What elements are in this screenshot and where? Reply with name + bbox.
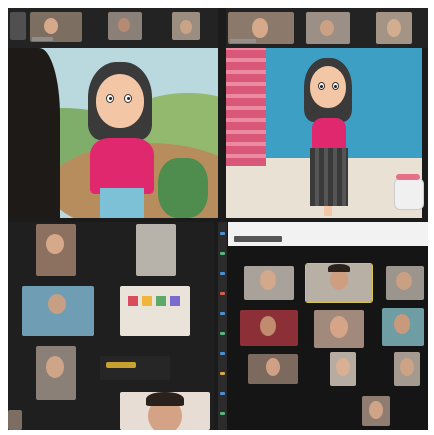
shared-screen-pool xyxy=(226,8,428,218)
video-gallery-left xyxy=(8,222,214,430)
participant-video[interactable] xyxy=(8,410,22,430)
window-topbar xyxy=(228,222,428,246)
participant-video-active[interactable] xyxy=(305,263,373,303)
silhouette xyxy=(8,48,60,218)
sidebar-icon[interactable] xyxy=(220,392,225,395)
towel xyxy=(226,48,266,166)
sidebar-icon[interactable] xyxy=(220,312,225,315)
sidebar-icon[interactable] xyxy=(220,292,225,295)
participant-thumbnail[interactable] xyxy=(108,12,142,40)
participant-video[interactable] xyxy=(314,310,364,348)
participant-video[interactable] xyxy=(136,224,176,276)
participant-thumbnail[interactable] xyxy=(376,12,412,44)
meeting-label xyxy=(234,236,282,242)
bush xyxy=(158,158,208,218)
participant-video[interactable] xyxy=(120,392,210,430)
participant-video[interactable] xyxy=(120,286,190,336)
sidebar-icon[interactable] xyxy=(220,352,225,355)
participant-video[interactable] xyxy=(36,224,76,276)
video-gallery-right xyxy=(218,222,428,430)
participant-video[interactable] xyxy=(330,352,356,386)
shared-screen-village xyxy=(8,8,218,218)
cartoon-scene xyxy=(226,48,424,218)
sidebar-icon[interactable] xyxy=(220,272,225,275)
participant-video[interactable] xyxy=(382,308,424,346)
participant-video[interactable] xyxy=(22,286,94,336)
sidebar-icon[interactable] xyxy=(220,332,225,335)
participant-thumbnail[interactable] xyxy=(172,12,200,40)
participant-video[interactable] xyxy=(386,266,424,300)
participant-video[interactable] xyxy=(362,396,390,426)
participant-thumbnail[interactable] xyxy=(30,12,82,42)
participant-video[interactable] xyxy=(36,346,76,400)
app-sidebar xyxy=(218,222,227,430)
sidebar-icon[interactable] xyxy=(220,232,225,235)
collage-frame xyxy=(8,8,428,430)
participant-video[interactable] xyxy=(394,352,420,386)
participant-video[interactable] xyxy=(244,266,294,300)
participant-thumbnail[interactable] xyxy=(306,12,350,44)
participant-thumbnail[interactable] xyxy=(10,12,26,40)
participant-video[interactable] xyxy=(240,310,298,346)
sidebar-icon[interactable] xyxy=(220,252,225,255)
bucket xyxy=(394,178,424,210)
participant-video[interactable] xyxy=(100,356,170,380)
participant-thumbnail[interactable] xyxy=(228,12,294,44)
participant-strip xyxy=(226,8,428,48)
participant-video[interactable] xyxy=(248,354,298,384)
sidebar-icon[interactable] xyxy=(220,372,225,375)
participant-strip xyxy=(8,8,218,48)
sidebar-icon[interactable] xyxy=(220,412,225,415)
cartoon-scene xyxy=(8,48,218,218)
